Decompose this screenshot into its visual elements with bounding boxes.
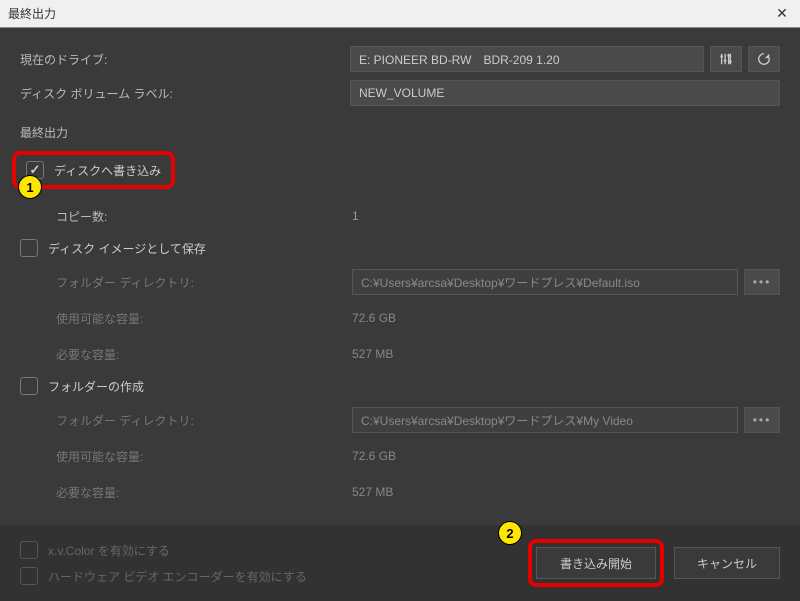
window-title: 最終出力 bbox=[8, 5, 56, 22]
badge-2: 2 bbox=[498, 521, 522, 545]
footer: x.v.Color を有効にする ハードウェア ビデオ エンコーダーを有効にする… bbox=[0, 525, 800, 601]
image-folder-browse-button[interactable]: ••• bbox=[744, 269, 780, 295]
create-folder-checkbox[interactable] bbox=[20, 377, 38, 395]
start-burn-button[interactable]: 書き込み開始 bbox=[536, 547, 656, 579]
image-required-value: 527 MB bbox=[352, 347, 780, 361]
volume-label: ディスク ボリューム ラベル: bbox=[20, 85, 350, 102]
folder-required-label: 必要な容量: bbox=[56, 484, 352, 501]
hwencoder-label: ハードウェア ビデオ エンコーダーを有効にする bbox=[48, 568, 307, 585]
copies-label: コピー数: bbox=[56, 208, 352, 225]
folder-browse-button[interactable]: ••• bbox=[744, 407, 780, 433]
xvcolor-checkbox[interactable] bbox=[20, 541, 38, 559]
titlebar: 最終出力 ✕ bbox=[0, 0, 800, 28]
image-folder-label: フォルダー ディレクトリ: bbox=[56, 274, 352, 291]
image-available-value: 72.6 GB bbox=[352, 311, 780, 325]
burn-disc-label: ディスクへ書き込み bbox=[54, 162, 161, 179]
badge-1: 1 bbox=[18, 175, 42, 199]
section-title: 最終出力 bbox=[20, 124, 780, 141]
create-folder-label: フォルダーの作成 bbox=[48, 378, 144, 395]
close-icon[interactable]: ✕ bbox=[772, 5, 792, 22]
image-required-label: 必要な容量: bbox=[56, 346, 352, 363]
settings-icon-button[interactable] bbox=[710, 46, 742, 72]
cancel-button[interactable]: キャンセル bbox=[674, 547, 780, 579]
folder-available-label: 使用可能な容量: bbox=[56, 448, 352, 465]
folder-dir-path: C:¥Users¥arcsa¥Desktop¥ワードプレス¥My Video bbox=[352, 407, 738, 433]
current-drive-label: 現在のドライブ: bbox=[20, 51, 350, 68]
start-button-highlight: 書き込み開始 bbox=[528, 539, 664, 587]
image-available-label: 使用可能な容量: bbox=[56, 310, 352, 327]
refresh-icon-button[interactable] bbox=[748, 46, 780, 72]
xvcolor-label: x.v.Color を有効にする bbox=[48, 542, 170, 559]
image-folder-path: C:¥Users¥arcsa¥Desktop¥ワードプレス¥Default.is… bbox=[352, 269, 738, 295]
folder-dir-label: フォルダー ディレクトリ: bbox=[56, 412, 352, 429]
folder-available-value: 72.6 GB bbox=[352, 449, 780, 463]
drive-select[interactable]: E: PIONEER BD-RW BDR-209 1.20 bbox=[350, 46, 704, 72]
save-image-label: ディスク イメージとして保存 bbox=[48, 240, 206, 257]
folder-required-value: 527 MB bbox=[352, 485, 780, 499]
copies-value: 1 bbox=[352, 209, 780, 223]
volume-input[interactable]: NEW_VOLUME bbox=[350, 80, 780, 106]
save-image-checkbox[interactable] bbox=[20, 239, 38, 257]
hwencoder-checkbox[interactable] bbox=[20, 567, 38, 585]
